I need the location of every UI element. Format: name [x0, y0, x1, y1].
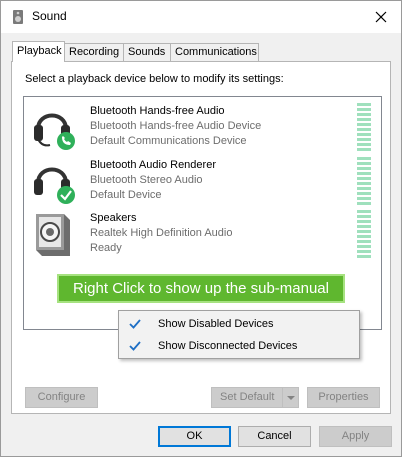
- set-default-label: Set Default: [220, 391, 275, 403]
- device-name: Speakers: [90, 212, 137, 224]
- window-title: Sound: [32, 9, 67, 23]
- menu-item-label: Show Disabled Devices: [158, 318, 274, 330]
- sound-dialog: Sound Playback Recording Sounds Communic…: [0, 0, 402, 457]
- menu-item-label: Show Disconnected Devices: [158, 340, 298, 352]
- device-item[interactable]: Speakers Realtek High Definition Audio R…: [24, 210, 379, 262]
- speaker-icon: [36, 214, 70, 256]
- device-item[interactable]: Bluetooth Audio Renderer Bluetooth Stere…: [24, 157, 379, 209]
- set-default-button[interactable]: Set Default: [211, 387, 299, 408]
- context-menu: Show Disabled Devices Show Disconnected …: [118, 310, 360, 359]
- device-description: Bluetooth Stereo Audio: [90, 174, 203, 186]
- device-description: Realtek High Definition Audio: [90, 227, 233, 239]
- tab-sounds[interactable]: Sounds: [124, 43, 171, 62]
- close-button[interactable]: [361, 1, 401, 33]
- level-meter: [357, 157, 371, 205]
- device-status: Default Device: [90, 189, 162, 201]
- device-description: Bluetooth Hands-free Audio Device: [90, 120, 262, 132]
- close-icon: [375, 11, 387, 23]
- device-name: Bluetooth Hands-free Audio: [90, 105, 225, 117]
- device-name: Bluetooth Audio Renderer: [90, 159, 216, 171]
- tab-recording[interactable]: Recording: [65, 43, 124, 62]
- menu-item-show-disconnected[interactable]: Show Disconnected Devices: [121, 335, 357, 357]
- level-meter: [357, 103, 371, 151]
- phone-badge-icon: [57, 132, 75, 150]
- headset-icon: [34, 167, 75, 204]
- device-status: Default Communications Device: [90, 135, 247, 147]
- checkmark-icon: [129, 319, 141, 329]
- tab-strip: Playback Recording Sounds Communications: [12, 41, 259, 62]
- device-status: Ready: [90, 242, 122, 254]
- configure-button[interactable]: Configure: [25, 387, 98, 408]
- level-meter: [357, 210, 371, 258]
- check-badge-icon: [57, 186, 75, 204]
- title-bar: Sound: [1, 1, 401, 33]
- instruction-text: Select a playback device below to modify…: [25, 73, 284, 85]
- properties-button[interactable]: Properties: [307, 387, 380, 408]
- checkmark-icon: [129, 341, 141, 351]
- cancel-button[interactable]: Cancel: [238, 426, 311, 447]
- ok-button[interactable]: OK: [158, 426, 231, 447]
- speaker-app-icon: [13, 10, 23, 24]
- tab-communications[interactable]: Communications: [171, 43, 259, 62]
- annotation-label: Right Click to show up the sub-manual: [57, 274, 345, 303]
- chevron-down-icon: [287, 396, 295, 400]
- headset-icon: [34, 113, 75, 150]
- set-default-dropdown[interactable]: [282, 388, 298, 407]
- device-item[interactable]: Bluetooth Hands-free Audio Bluetooth Han…: [24, 103, 379, 155]
- playback-panel: Select a playback device below to modify…: [11, 61, 391, 414]
- apply-button[interactable]: Apply: [319, 426, 392, 447]
- tab-playback[interactable]: Playback: [12, 41, 65, 62]
- menu-item-show-disabled[interactable]: Show Disabled Devices: [121, 313, 357, 335]
